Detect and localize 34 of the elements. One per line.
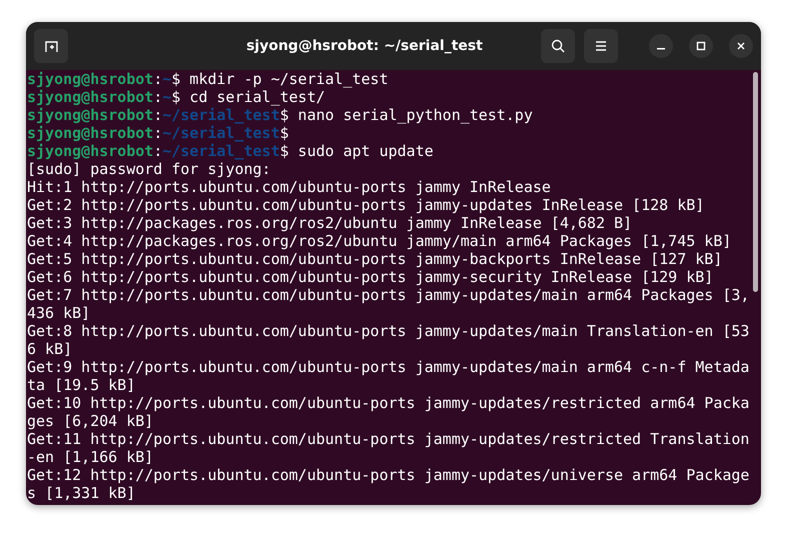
terminal-line: sjyong@hsrobot:~$ mkdir -p ~/serial_test [27, 70, 390, 88]
terminal-line: 6 kB] [27, 340, 74, 358]
terminal-line: Get:6 http://ports.ubuntu.com/ubuntu-ports jammy-security InRelease [129 kB] [27, 268, 714, 286]
terminal-line: Get:12 http://ports.ubuntu.com/ubuntu-ports jammy-updates/universe arm64 Package [27, 466, 750, 484]
terminal-line: Get:11 http://ports.ubuntu.com/ubuntu-ports jammy-updates/restricted Translation [27, 430, 750, 448]
terminal-line: Get:2 http://ports.ubuntu.com/ubuntu-ports jammy-updates InRelease [128 kB] [27, 196, 706, 214]
minimize-icon [657, 48, 665, 50]
terminal-line: [sudo] password for sjyong: [27, 160, 272, 178]
terminal-line: Hit:1 http://ports.ubuntu.com/ubuntu-ports jammy InRelease [27, 178, 552, 196]
terminal-line: Get:9 http://ports.ubuntu.com/ubuntu-ports jammy-updates/main arm64 c-n-f Metada [27, 358, 750, 376]
terminal-line: ta [19.5 kB] [27, 376, 136, 394]
terminal-line: sjyong@hsrobot:~/serial_test$ [27, 124, 290, 142]
terminal-line: Get:4 http://packages.ros.org/ros2/ubuntu jammy/main arm64 Packages [1,745 kB] [27, 232, 732, 250]
search-icon [550, 38, 566, 54]
menu-button[interactable] [584, 29, 618, 63]
terminal-line: sjyong@hsrobot:~$ cd serial_test/ [27, 88, 326, 106]
window-title: sjyong@hsrobot: ~/serial_test [245, 38, 484, 54]
terminal-line: 436 kB] [27, 304, 92, 322]
terminal-line: Get:3 http://packages.ros.org/ros2/ubuntu jammy InRelease [4,682 B] [27, 214, 634, 232]
terminal-line: ges [6,204 kB] [27, 412, 154, 430]
minimize-button[interactable] [649, 34, 673, 58]
new-tab-button[interactable] [34, 29, 68, 63]
close-button[interactable] [729, 34, 753, 58]
terminal-line: Get:7 http://ports.ubuntu.com/ubuntu-ports jammy-updates/main arm64 Packages [3, [27, 286, 750, 304]
terminal-line: sjyong@hsrobot:~/serial_test$ nano serial_python_test.py [27, 106, 534, 124]
terminal-line: -en [1,166 kB] [27, 448, 154, 466]
maximize-button[interactable] [689, 34, 713, 58]
terminal-line: Get:10 http://ports.ubuntu.com/ubuntu-ports jammy-updates/restricted arm64 Packa [27, 394, 750, 412]
terminal-line: Get:5 http://ports.ubuntu.com/ubuntu-ports jammy-backports InRelease [127 kB] [27, 250, 724, 268]
terminal-line: Get:8 http://ports.ubuntu.com/ubuntu-ports jammy-updates/main Translation-en [53 [27, 322, 750, 340]
terminal-line: s [1,331 kB] [27, 484, 136, 502]
terminal-line: sjyong@hsrobot:~/serial_test$ sudo apt update [27, 142, 434, 160]
scrollbar-thumb[interactable] [752, 72, 758, 292]
search-button[interactable] [541, 29, 575, 63]
